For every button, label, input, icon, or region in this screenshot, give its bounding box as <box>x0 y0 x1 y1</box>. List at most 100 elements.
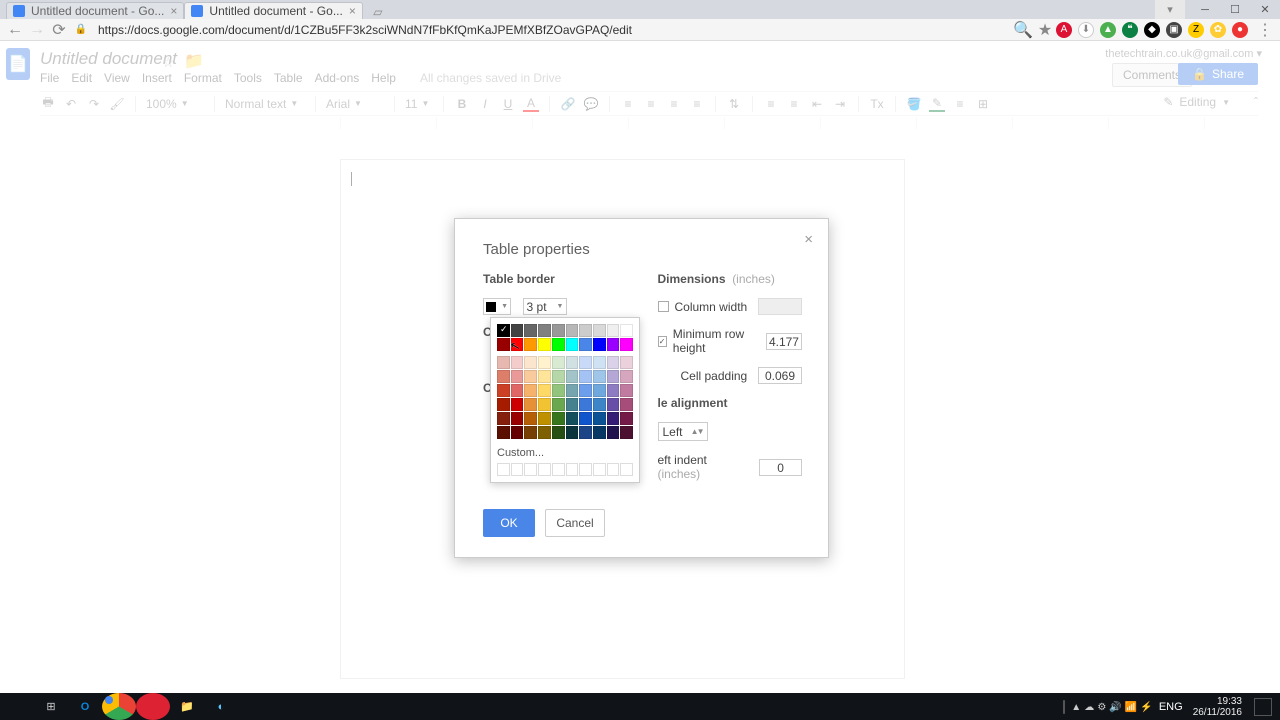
ext-gdrive-icon[interactable]: ▲ <box>1100 22 1116 38</box>
color-swatch[interactable] <box>511 384 524 397</box>
color-swatch[interactable] <box>579 338 592 351</box>
chrome-menu-icon[interactable]: ⋮ <box>1254 21 1276 39</box>
bookmark-star-icon[interactable]: ★ <box>1034 21 1056 39</box>
color-swatch[interactable] <box>552 324 565 337</box>
language-indicator[interactable]: ENG <box>1159 701 1183 713</box>
color-swatch[interactable] <box>593 324 606 337</box>
color-swatch[interactable] <box>552 338 565 351</box>
tray-settings-icon[interactable]: ⚙ <box>1097 702 1106 713</box>
color-swatch[interactable] <box>524 338 537 351</box>
color-swatch[interactable] <box>566 324 579 337</box>
color-swatch[interactable] <box>524 370 537 383</box>
color-swatch[interactable] <box>607 384 620 397</box>
color-swatch[interactable] <box>538 370 551 383</box>
min-row-height-input[interactable]: 4.177 <box>766 333 802 350</box>
color-swatch[interactable] <box>579 426 592 439</box>
color-swatch[interactable] <box>620 370 633 383</box>
custom-slot[interactable] <box>579 463 592 476</box>
zoom-icon[interactable]: 🔍 <box>1012 21 1034 39</box>
border-color-button[interactable]: ▼ <box>483 298 511 315</box>
file-explorer-icon[interactable]: 📁 <box>170 693 204 720</box>
updates-icon[interactable] <box>1063 701 1065 713</box>
color-swatch[interactable] <box>552 426 565 439</box>
color-swatch[interactable] <box>620 384 633 397</box>
color-swatch[interactable] <box>538 356 551 369</box>
color-swatch[interactable] <box>579 412 592 425</box>
nav-forward[interactable]: → <box>26 21 48 39</box>
custom-slot[interactable] <box>607 463 620 476</box>
color-swatch[interactable] <box>607 370 620 383</box>
color-swatch[interactable] <box>620 412 633 425</box>
color-swatch[interactable] <box>524 324 537 337</box>
window-minimize[interactable]: ─ <box>1190 0 1220 19</box>
ext-abp-icon[interactable]: A <box>1056 22 1072 38</box>
browser-tab-2[interactable]: Untitled document - Go... × <box>184 2 362 19</box>
custom-slot[interactable] <box>497 463 510 476</box>
color-swatch[interactable] <box>579 370 592 383</box>
color-swatch[interactable] <box>524 384 537 397</box>
color-swatch[interactable] <box>552 356 565 369</box>
color-swatch[interactable] <box>566 384 579 397</box>
ext-zotero-icon[interactable]: Z <box>1188 22 1204 38</box>
nav-reload[interactable]: ⟳ <box>48 21 70 39</box>
color-swatch[interactable] <box>607 398 620 411</box>
column-width-input[interactable] <box>758 298 802 315</box>
color-swatch[interactable] <box>607 324 620 337</box>
window-maximize[interactable]: ☐ <box>1220 0 1250 19</box>
tab-2-close[interactable]: × <box>349 4 356 18</box>
color-swatch[interactable] <box>511 338 524 351</box>
color-swatch[interactable] <box>566 370 579 383</box>
color-swatch[interactable] <box>620 324 633 337</box>
outlook-icon[interactable]: O <box>68 693 102 720</box>
tray-up-icon[interactable]: ▲ <box>1071 702 1081 713</box>
color-swatch[interactable] <box>593 338 606 351</box>
color-swatch[interactable] <box>552 384 565 397</box>
custom-slot[interactable] <box>593 463 606 476</box>
url-input[interactable] <box>92 22 1012 38</box>
color-swatch[interactable] <box>579 356 592 369</box>
border-width-select[interactable]: 3 pt ▼ <box>523 298 567 315</box>
color-swatch[interactable] <box>538 338 551 351</box>
left-indent-input[interactable]: 0 <box>759 459 802 476</box>
record-icon[interactable] <box>136 693 170 720</box>
color-swatch[interactable] <box>524 398 537 411</box>
color-swatch[interactable] <box>593 384 606 397</box>
color-swatch[interactable] <box>607 412 620 425</box>
ext-cast-icon[interactable]: ▣ <box>1166 22 1182 38</box>
secure-lock-icon[interactable]: 🔒 <box>70 21 92 39</box>
color-swatch[interactable] <box>552 412 565 425</box>
color-swatch[interactable] <box>497 398 510 411</box>
color-swatch[interactable] <box>497 356 510 369</box>
table-alignment-select[interactable]: Left ▲▼ <box>658 422 708 441</box>
min-row-height-checkbox[interactable]: ✓ <box>658 336 667 347</box>
ext-hangouts-icon[interactable]: ❝ <box>1122 22 1138 38</box>
color-swatch[interactable] <box>538 384 551 397</box>
custom-slot[interactable] <box>524 463 537 476</box>
window-close[interactable]: ✕ <box>1250 0 1280 19</box>
ext-photos-icon[interactable]: ✿ <box>1210 22 1226 38</box>
task-view-icon[interactable]: ⊞ <box>34 693 68 720</box>
color-swatch[interactable] <box>497 412 510 425</box>
color-swatch[interactable] <box>593 426 606 439</box>
ext-dropbox-icon[interactable]: ◆ <box>1144 22 1160 38</box>
color-swatch[interactable] <box>524 426 537 439</box>
color-swatch[interactable] <box>620 426 633 439</box>
cancel-button[interactable]: Cancel <box>545 509 605 537</box>
custom-color-label[interactable]: Custom... <box>497 447 633 459</box>
color-swatch[interactable] <box>524 412 537 425</box>
color-swatch[interactable] <box>607 356 620 369</box>
color-swatch[interactable] <box>566 426 579 439</box>
tray-volume-icon[interactable]: 🔊 <box>1109 702 1121 713</box>
custom-slot[interactable] <box>566 463 579 476</box>
color-swatch[interactable] <box>579 324 592 337</box>
start-button[interactable] <box>0 693 34 720</box>
color-swatch[interactable] <box>497 384 510 397</box>
color-swatch[interactable] <box>497 426 510 439</box>
color-swatch[interactable] <box>566 356 579 369</box>
color-swatch[interactable] <box>566 338 579 351</box>
action-center-icon[interactable] <box>1254 698 1272 716</box>
color-swatch[interactable] <box>538 398 551 411</box>
color-swatch[interactable] <box>511 412 524 425</box>
color-swatch[interactable] <box>593 412 606 425</box>
color-swatch[interactable] <box>538 412 551 425</box>
